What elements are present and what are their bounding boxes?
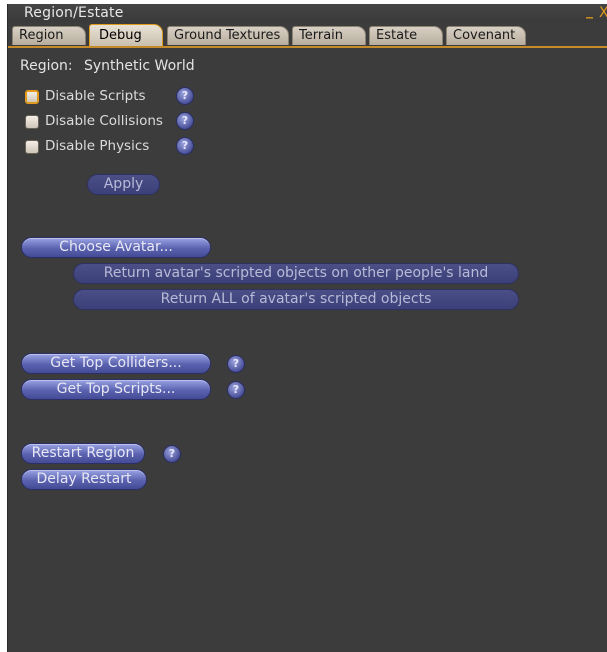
- get-top-colliders-button[interactable]: Get Top Colliders...: [21, 353, 211, 374]
- restart-region-button[interactable]: Restart Region: [21, 443, 145, 464]
- tab-estate[interactable]: Estate: [369, 26, 443, 45]
- tab-ground-textures[interactable]: Ground Textures: [167, 26, 289, 45]
- tab-debug[interactable]: Debug: [89, 24, 163, 46]
- help-icon[interactable]: ?: [176, 87, 194, 105]
- choose-avatar-button[interactable]: Choose Avatar...: [21, 237, 211, 258]
- help-icon[interactable]: ?: [227, 381, 245, 399]
- apply-button[interactable]: Apply: [87, 174, 160, 195]
- tab-region[interactable]: Region: [12, 26, 86, 45]
- close-icon[interactable]: X: [599, 4, 607, 22]
- disable-scripts-label: Disable Scripts: [45, 88, 146, 104]
- tab-bar: Region Debug Ground Textures Terrain Est…: [8, 24, 607, 48]
- disable-scripts-checkbox[interactable]: [25, 90, 39, 104]
- disable-physics-checkbox[interactable]: [25, 140, 39, 154]
- disable-physics-label: Disable Physics: [45, 138, 150, 154]
- return-scripted-objects-other-land-button[interactable]: Return avatar's scripted objects on othe…: [73, 263, 519, 284]
- delay-restart-button[interactable]: Delay Restart: [21, 469, 147, 490]
- get-top-scripts-button[interactable]: Get Top Scripts...: [21, 379, 211, 400]
- tab-covenant[interactable]: Covenant: [446, 26, 526, 45]
- region-estate-window: Region/Estate _ X Region Debug Ground Te…: [7, 2, 607, 652]
- help-icon[interactable]: ?: [163, 445, 181, 463]
- region-label: Region:: [20, 58, 73, 74]
- disable-collisions-checkbox[interactable]: [25, 115, 39, 129]
- minimize-icon[interactable]: _: [586, 2, 593, 20]
- help-icon[interactable]: ?: [176, 137, 194, 155]
- disable-collisions-label: Disable Collisions: [45, 113, 163, 129]
- help-icon[interactable]: ?: [176, 112, 194, 130]
- help-icon[interactable]: ?: [227, 355, 245, 373]
- title-bar[interactable]: Region/Estate _ X: [8, 2, 607, 22]
- return-all-scripted-objects-button[interactable]: Return ALL of avatar's scripted objects: [73, 289, 519, 310]
- tab-terrain[interactable]: Terrain: [292, 26, 366, 45]
- window-title: Region/Estate: [24, 5, 124, 21]
- region-name: Synthetic World: [84, 58, 195, 74]
